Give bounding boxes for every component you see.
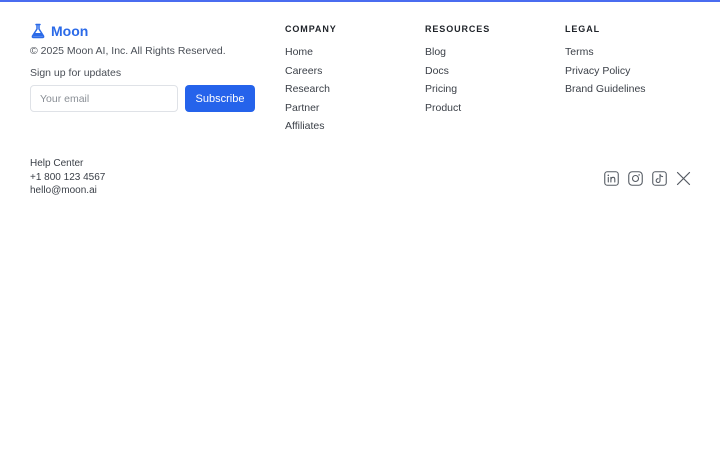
subscribe-button[interactable]: Subscribe — [185, 85, 255, 112]
legal-column: LEGAL Terms Privacy Policy Brand Guideli… — [565, 24, 646, 101]
footer-link-privacy-policy[interactable]: Privacy Policy — [565, 65, 630, 77]
company-column: COMPANY Home Careers Research Partner Af… — [285, 24, 337, 138]
x-icon[interactable] — [675, 170, 691, 186]
footer-link-blog[interactable]: Blog — [425, 46, 446, 58]
signup-label: Sign up for updates — [30, 67, 122, 79]
help-center-link[interactable]: Help Center — [30, 157, 105, 171]
footer-link-partner[interactable]: Partner — [285, 102, 319, 114]
footer-link-affiliates[interactable]: Affiliates — [285, 120, 325, 132]
email-input[interactable] — [30, 85, 178, 112]
moon-flask-icon — [30, 23, 46, 39]
brand-logo[interactable]: Moon — [30, 23, 88, 39]
footer-link-terms[interactable]: Terms — [565, 46, 594, 58]
footer-link-brand-guidelines[interactable]: Brand Guidelines — [565, 83, 646, 95]
footer-link-careers[interactable]: Careers — [285, 65, 322, 77]
footer-link-docs[interactable]: Docs — [425, 65, 449, 77]
footer-link-pricing[interactable]: Pricing — [425, 83, 457, 95]
social-links — [603, 170, 691, 186]
brand-name: Moon — [51, 23, 89, 39]
legal-heading: LEGAL — [565, 24, 600, 34]
top-accent-bar — [0, 0, 720, 2]
instagram-icon[interactable] — [627, 170, 643, 186]
contact-email[interactable]: hello@moon.ai — [30, 184, 105, 198]
phone-number[interactable]: +1 800 123 4567 — [30, 171, 105, 185]
copyright-text: © 2025 Moon AI, Inc. All Rights Reserved… — [30, 45, 226, 57]
linkedin-icon[interactable] — [603, 170, 619, 186]
company-heading: COMPANY — [285, 24, 337, 34]
footer-link-product[interactable]: Product — [425, 102, 461, 114]
tiktok-icon[interactable] — [651, 170, 667, 186]
resources-column: RESOURCES Blog Docs Pricing Product — [425, 24, 490, 119]
resources-heading: RESOURCES — [425, 24, 491, 34]
contact-block: Help Center +1 800 123 4567 hello@moon.a… — [30, 157, 105, 198]
footer-link-home[interactable]: Home — [285, 46, 313, 58]
footer-link-research[interactable]: Research — [285, 83, 330, 95]
